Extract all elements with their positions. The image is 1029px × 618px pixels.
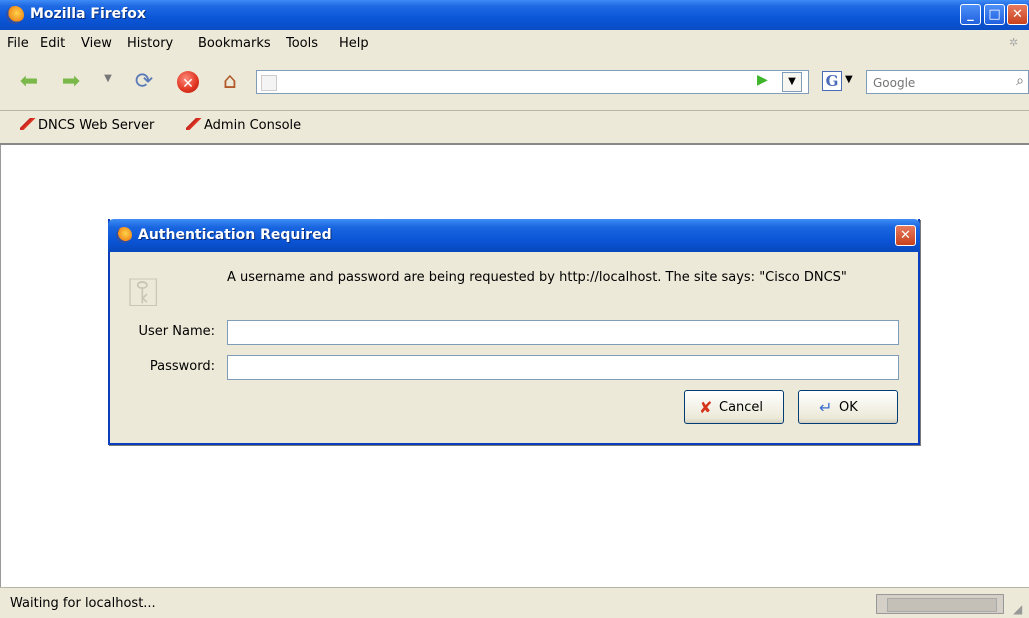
password-label: Password:	[149, 359, 215, 374]
dialog-message: A username and password are being reques…	[227, 270, 847, 285]
firefox-icon	[6, 6, 24, 24]
bookmark-label: Admin Console	[204, 118, 302, 133]
cancel-label: Cancel	[719, 400, 764, 415]
site-identity-icon	[261, 75, 277, 91]
cancel-button[interactable]: ✘ Cancel	[684, 390, 784, 424]
search-engine-button[interactable]: G ▼	[822, 69, 866, 94]
close-window-button[interactable]: ✕	[1007, 4, 1028, 25]
go-icon[interactable]: ▶	[757, 72, 768, 88]
key-icon: ⚿	[128, 270, 159, 316]
bookmark-label: DNCS Web Server	[38, 118, 155, 133]
url-bar[interactable]	[256, 70, 809, 94]
ok-enter-icon: ↵	[819, 398, 833, 417]
menu-help[interactable]: Help	[339, 36, 369, 51]
navigation-toolbar: ⬅ ➡ ▼ ⟳ ✕ ⌂ ▶ ▼ G ▼ ⌕	[0, 56, 1029, 111]
dialog-titlebar[interactable]: Authentication Required ✕	[108, 219, 920, 252]
google-icon: G	[822, 71, 842, 91]
dialog-close-button[interactable]: ✕	[895, 225, 916, 246]
bookmarks-toolbar: DNCS Web Server Admin Console	[0, 111, 1029, 145]
menu-file[interactable]: File	[7, 36, 29, 51]
username-field[interactable]	[227, 320, 899, 345]
menu-tools[interactable]: Tools	[286, 36, 318, 51]
window-title: Mozilla Firefox	[30, 6, 146, 22]
progress-meter	[887, 598, 997, 612]
search-input[interactable]	[871, 73, 1000, 93]
url-input[interactable]	[279, 73, 753, 93]
password-input[interactable]	[228, 356, 898, 379]
menu-bookmarks[interactable]: Bookmarks	[198, 36, 271, 51]
back-icon[interactable]: ⬅	[16, 69, 42, 95]
cancel-icon: ✘	[699, 398, 713, 417]
bookmark-feather-icon	[186, 118, 202, 130]
resize-grip-icon[interactable]: ◢	[1013, 602, 1027, 616]
reload-icon[interactable]: ⟳	[131, 69, 157, 95]
throbber-icon: ✲	[1009, 36, 1019, 49]
home-icon[interactable]: ⌂	[217, 69, 243, 95]
ok-label: OK	[839, 400, 858, 415]
password-field[interactable]	[227, 355, 899, 380]
stop-icon[interactable]: ✕	[177, 71, 199, 93]
authentication-dialog: Authentication Required ✕ ⚿ A username a…	[108, 219, 920, 445]
engine-dropdown-icon: ▼	[845, 74, 853, 85]
bookmark-dncs-web-server[interactable]: DNCS Web Server	[20, 118, 154, 133]
dialog-title: Authentication Required	[138, 227, 332, 243]
bookmark-admin-console[interactable]: Admin Console	[186, 118, 301, 133]
bookmark-feather-icon	[20, 118, 36, 130]
menu-bar: File Edit View History Bookmarks Tools H…	[0, 30, 1029, 57]
status-text: Waiting for localhost...	[10, 596, 156, 611]
firefox-icon	[116, 227, 132, 243]
username-input[interactable]	[228, 321, 898, 344]
ok-button[interactable]: ↵ OK	[798, 390, 898, 424]
minimize-button[interactable]: _	[960, 4, 981, 25]
menu-history[interactable]: History	[127, 36, 173, 51]
window-titlebar[interactable]: Mozilla Firefox _ □ ✕	[0, 0, 1029, 30]
search-icon[interactable]: ⌕	[1016, 73, 1024, 89]
url-dropdown-button[interactable]: ▼	[782, 72, 802, 92]
search-box[interactable]: ⌕	[866, 70, 1029, 94]
status-bar: Waiting for localhost... ◢	[0, 587, 1029, 618]
forward-icon[interactable]: ➡	[58, 69, 84, 95]
username-label: User Name:	[138, 324, 216, 339]
menu-edit[interactable]: Edit	[40, 36, 65, 51]
status-panel	[876, 594, 1004, 614]
history-dropdown-icon[interactable]: ▼	[102, 73, 114, 85]
menu-view[interactable]: View	[81, 36, 112, 51]
maximize-button[interactable]: □	[984, 4, 1005, 25]
